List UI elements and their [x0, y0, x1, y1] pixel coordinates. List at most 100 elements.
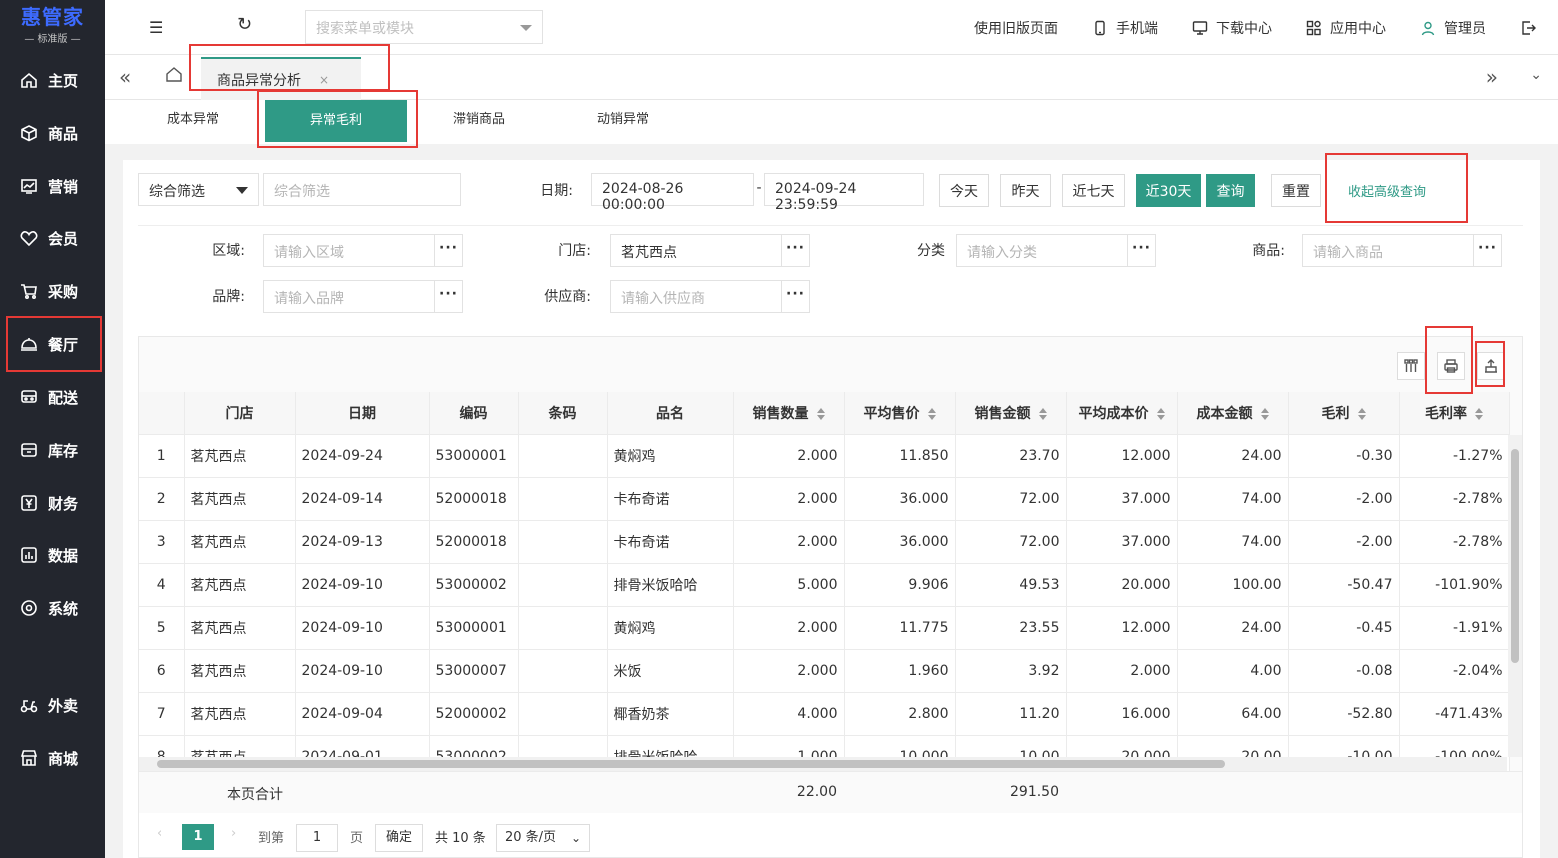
- tab-abnormal-margin[interactable]: 异常毛利: [265, 100, 407, 142]
- vertical-scrollbar[interactable]: [1508, 435, 1522, 757]
- menu-search-input[interactable]: 搜索菜单或模块: [305, 10, 543, 44]
- table-row[interactable]: 5 茗芃西点 2024-09-10 53000001 黄焖鸡 2.000 11.775 23.…: [139, 606, 1510, 650]
- double-chevron-left-icon[interactable]: «: [119, 65, 131, 89]
- table-row[interactable]: 2 茗芃西点 2024-09-14 52000018 卡布奇诺 2.000 36.000 72…: [139, 477, 1510, 521]
- more-icon[interactable]: ···: [781, 235, 809, 266]
- user-menu[interactable]: 管理员: [1420, 18, 1486, 38]
- supplier-input[interactable]: 请输入供应商 ···: [610, 280, 810, 313]
- chevron-down-icon[interactable]: ⌄: [1530, 67, 1542, 83]
- yesterday-button[interactable]: 昨天: [1000, 174, 1051, 207]
- column-header-avg-price[interactable]: 平均售价: [844, 392, 956, 435]
- table-cell: 52000002: [429, 692, 519, 736]
- logout-button[interactable]: [1520, 20, 1544, 36]
- column-header-margin-rate[interactable]: 毛利率: [1399, 392, 1510, 435]
- column-header-name[interactable]: 品名: [607, 392, 734, 435]
- table-row[interactable]: 4 茗芃西点 2024-09-10 53000002 排骨米饭哈哈 5.000 9.906 4…: [139, 563, 1510, 607]
- column-header-barcode[interactable]: 条码: [518, 392, 608, 435]
- prev-page-icon[interactable]: ‹: [157, 826, 162, 841]
- column-header-date[interactable]: 日期: [295, 392, 430, 435]
- sort-icon[interactable]: [1260, 407, 1269, 420]
- scroll-thumb[interactable]: [157, 760, 1225, 768]
- sidebar-item-finance[interactable]: 财务: [0, 478, 105, 528]
- sort-icon[interactable]: [927, 407, 936, 420]
- chart-icon: [20, 177, 38, 195]
- column-header-store[interactable]: 门店: [184, 392, 296, 435]
- date-start-input[interactable]: 2024-08-26 00:00:00: [591, 173, 754, 213]
- store-input[interactable]: 茗芃西点 ···: [610, 234, 810, 267]
- page-size-select[interactable]: 20 条/页 ⌄: [496, 824, 590, 852]
- more-icon[interactable]: ···: [434, 235, 462, 266]
- sort-icon[interactable]: [1357, 407, 1366, 420]
- columns-button[interactable]: [1397, 352, 1425, 380]
- horizontal-scrollbar[interactable]: [139, 757, 1507, 771]
- tab-cost-anomaly[interactable]: 成本异常: [145, 100, 241, 144]
- tab-product-anomaly[interactable]: 商品异常分析 ×: [201, 57, 361, 100]
- today-button[interactable]: 今天: [939, 174, 989, 207]
- next-page-icon[interactable]: ›: [231, 826, 236, 841]
- combo-filter-select[interactable]: 综合筛选: [138, 173, 259, 206]
- sidebar-item-inventory[interactable]: 库存: [0, 425, 105, 475]
- more-icon[interactable]: ···: [1473, 235, 1501, 266]
- sidebar-item-data[interactable]: 数据: [0, 530, 105, 580]
- sidebar-item-marketing[interactable]: 营销: [0, 161, 105, 211]
- last-30-days-button[interactable]: 近30天: [1136, 174, 1201, 207]
- sort-icon[interactable]: [1475, 407, 1483, 420]
- sort-icon[interactable]: [1156, 407, 1165, 420]
- goto-confirm-button[interactable]: 确定: [375, 824, 423, 852]
- export-button[interactable]: [1477, 352, 1505, 380]
- reset-button[interactable]: 重置: [1271, 174, 1321, 207]
- sidebar-item-goods[interactable]: 商品: [0, 108, 105, 158]
- product-input[interactable]: 请输入商品 ···: [1302, 234, 1502, 267]
- region-input[interactable]: 请输入区域 ···: [263, 234, 463, 267]
- sidebar-item-restaurant[interactable]: 餐厅: [0, 319, 105, 369]
- print-button[interactable]: [1437, 352, 1465, 380]
- sidebar-item-purchase[interactable]: 采购: [0, 266, 105, 316]
- category-input[interactable]: 请输入分类 ···: [956, 234, 1156, 267]
- table-row[interactable]: 6 茗芃西点 2024-09-10 53000007 米饭 2.000 1.960 3.92 2…: [139, 649, 1510, 693]
- download-center-link[interactable]: 下载中心: [1192, 18, 1272, 38]
- table-row[interactable]: 7 茗芃西点 2024-09-04 52000002 椰香奶茶 4.000 2.800 11.…: [139, 692, 1510, 736]
- sidebar-item-system[interactable]: 系统: [0, 583, 105, 633]
- tab-sales-anomaly[interactable]: 动销异常: [575, 100, 671, 144]
- sort-icon[interactable]: [1038, 407, 1047, 420]
- more-icon[interactable]: ···: [434, 281, 462, 312]
- sidebar-item-delivery[interactable]: 配送: [0, 372, 105, 422]
- column-header-margin[interactable]: 毛利: [1288, 392, 1400, 435]
- column-header-cost-amount[interactable]: 成本金额: [1177, 392, 1289, 435]
- column-header-code[interactable]: 编码: [429, 392, 519, 435]
- table-cell: 23.70: [955, 434, 1067, 478]
- app-center-link[interactable]: 应用中心: [1306, 18, 1386, 38]
- collapse-advanced-link[interactable]: 收起高级查询: [1348, 181, 1426, 200]
- double-chevron-right-icon[interactable]: »: [1486, 65, 1498, 89]
- table-row[interactable]: 3 茗芃西点 2024-09-13 52000018 卡布奇诺 2.000 36.000 72…: [139, 520, 1510, 564]
- more-icon[interactable]: ···: [781, 281, 809, 312]
- old-version-link[interactable]: 使用旧版页面: [974, 18, 1058, 38]
- close-icon[interactable]: ×: [319, 73, 329, 87]
- home-tab-icon[interactable]: [165, 65, 183, 87]
- sidebar-item-mall[interactable]: 商城: [0, 733, 105, 783]
- combo-filter-input[interactable]: 综合筛选: [263, 173, 461, 206]
- column-header-amount[interactable]: 销售金额: [955, 392, 1067, 435]
- more-icon[interactable]: ···: [1127, 235, 1155, 266]
- tab-slow-moving[interactable]: 滞销商品: [431, 100, 527, 144]
- sidebar-item-home[interactable]: 主页: [0, 55, 105, 105]
- query-button[interactable]: 查询: [1206, 174, 1255, 207]
- table-cell: -2.00: [1288, 477, 1400, 521]
- brand-input[interactable]: 请输入品牌 ···: [263, 280, 463, 313]
- scroll-thumb[interactable]: [1511, 449, 1519, 663]
- refresh-icon[interactable]: ↻: [237, 14, 252, 35]
- goto-page-input[interactable]: 1: [296, 824, 338, 852]
- column-header-qty[interactable]: 销售数量: [733, 392, 845, 435]
- date-end-input[interactable]: 2024-09-24 23:59:59: [764, 173, 924, 213]
- menu-fold-icon[interactable]: ☰: [149, 18, 163, 37]
- sidebar-item-takeaway[interactable]: 外卖: [0, 680, 105, 730]
- table-row[interactable]: 1 茗芃西点 2024-09-24 53000001 黄焖鸡 2.000 11.850 23.…: [139, 434, 1510, 478]
- page-current[interactable]: 1: [182, 824, 214, 850]
- pagination: ‹ 1 › 到第 1 页 确定 共 10 条 20 条/页 ⌄: [139, 813, 1522, 857]
- column-header-avg-cost[interactable]: 平均成本价: [1066, 392, 1178, 435]
- sort-icon[interactable]: [816, 407, 825, 420]
- last-7-days-button[interactable]: 近七天: [1062, 174, 1125, 207]
- warehouse-icon: [20, 441, 38, 459]
- sidebar-item-members[interactable]: 会员: [0, 213, 105, 263]
- mobile-link[interactable]: 手机端: [1092, 18, 1158, 38]
